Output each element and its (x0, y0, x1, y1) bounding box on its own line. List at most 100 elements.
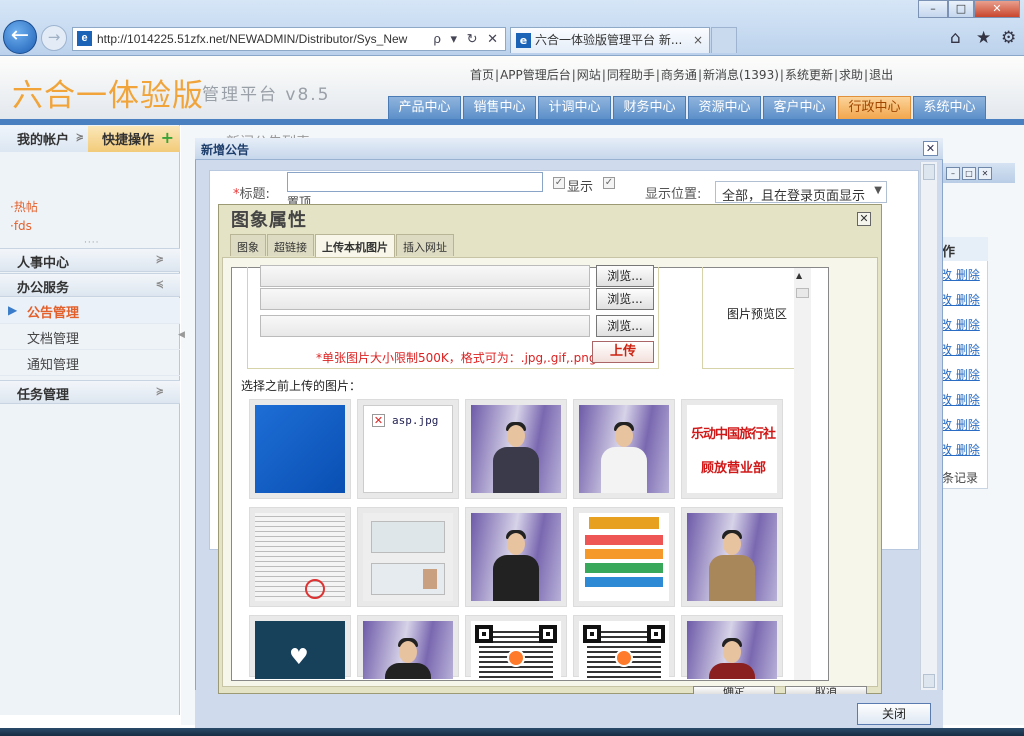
hot-link-2[interactable]: ·fds (10, 219, 32, 233)
nav-tab[interactable]: 系统中心 (913, 96, 986, 119)
maximize-icon[interactable]: □ (962, 167, 976, 180)
forward-button[interactable]: → (41, 25, 67, 51)
thumbnail-id-card[interactable] (357, 507, 459, 607)
back-button[interactable]: ← (3, 20, 37, 54)
dialog-scrollbar[interactable] (920, 162, 937, 692)
nav-tab[interactable]: 客户中心 (763, 96, 836, 119)
top-link[interactable]: 求助 (839, 68, 863, 82)
bg-row-action[interactable]: 改 删除 (940, 441, 980, 458)
scroll-down-button[interactable] (923, 674, 935, 688)
close-icon[interactable]: ✕ (923, 141, 938, 156)
browse-button-2[interactable]: 浏览... (596, 288, 654, 310)
close-window-button[interactable]: ✕ (974, 0, 1020, 18)
maximize-button[interactable]: □ (948, 0, 974, 18)
show-checkbox[interactable]: ✓ (553, 177, 565, 189)
close-icon[interactable]: ✕ (978, 167, 992, 180)
home-icon[interactable]: ⌂ (950, 28, 961, 48)
file-input-3[interactable] (260, 315, 590, 337)
sidebar-section-office[interactable]: 办公服务 ≼ (0, 273, 180, 297)
tab-close-icon[interactable]: × (693, 28, 703, 52)
bg-row-action[interactable]: 改 删除 (940, 291, 980, 308)
qr-code-image (471, 621, 561, 679)
title-input[interactable] (287, 172, 543, 192)
thumbnail-portrait-4[interactable] (681, 507, 783, 607)
image-dialog-tab[interactable]: 超链接 (267, 234, 314, 256)
top-link[interactable]: APP管理后台 (500, 68, 571, 82)
position-select[interactable]: 全部，且在登录页面显示 ▼ (715, 181, 887, 204)
bg-row-action[interactable]: 改 删除 (940, 341, 980, 358)
sidebar-section-hr[interactable]: 人事中心 ≽ (0, 248, 180, 272)
sidebar-item-notices[interactable]: 通知管理 (0, 350, 180, 376)
file-input-1[interactable] (260, 265, 590, 287)
bg-record-count: 条记录 (942, 471, 979, 485)
thumbnail-document[interactable] (249, 507, 351, 607)
bg-row-action[interactable]: 改 删除 (940, 391, 980, 408)
scroll-up-icon[interactable]: ▲ (796, 271, 802, 280)
bg-row-action[interactable]: 改 删除 (940, 316, 980, 333)
cancel-button[interactable]: 取消 (785, 686, 867, 694)
top-link[interactable]: 系统更新 (785, 68, 833, 82)
hot-link-1[interactable]: ·热帖 (10, 198, 38, 215)
browse-button-1[interactable]: 浏览... (596, 265, 654, 287)
bg-row-action[interactable]: 改 删除 (940, 366, 980, 383)
thumbnail-portrait-3[interactable] (465, 507, 567, 607)
chevron-down-icon: ▼ (874, 185, 882, 196)
thumbnail-broken[interactable]: ✕ asp.jpg (357, 399, 459, 499)
top-link[interactable]: 网站 (577, 68, 601, 82)
my-account-tab[interactable]: 我的帐户 ≽ (0, 126, 88, 152)
minimize-button[interactable]: – (918, 0, 948, 18)
nav-tab[interactable]: 行政中心 (838, 96, 911, 119)
nav-tab[interactable]: 销售中心 (463, 96, 536, 119)
sidebar-section-tasks[interactable]: 任务管理 ≽ (0, 380, 180, 404)
close-icon[interactable]: ✕ (857, 212, 871, 226)
thumbnail-logo[interactable]: ♥ (249, 615, 351, 679)
image-dialog-tab[interactable]: 上传本机图片 (315, 234, 395, 257)
top-link[interactable]: 同程助手 (607, 68, 655, 82)
browser-tab[interactable]: e 六合一体验版管理平台 新... × (510, 27, 710, 53)
image-dialog-tab[interactable]: 插入网址 (396, 234, 454, 256)
favorites-star-icon[interactable]: ★ (976, 28, 991, 48)
thumbnail-blue[interactable] (249, 399, 351, 499)
quick-actions-tab[interactable]: 快捷操作 + (88, 126, 180, 152)
thumbnail-portrait-5[interactable] (357, 615, 459, 679)
link-separator: | (495, 68, 500, 82)
upload-button[interactable]: 上传 (592, 341, 654, 363)
close-button[interactable]: 关闭 (857, 703, 931, 725)
pin-checkbox[interactable]: ✓ (603, 177, 615, 189)
address-bar[interactable]: e http://1014225.51zfx.net/NEWADMIN/Dist… (72, 27, 506, 51)
image-dialog-tab[interactable]: 图象 (230, 234, 266, 256)
bg-row-action[interactable]: 改 删除 (940, 266, 980, 283)
sidebar-item-documents[interactable]: 文档管理 (0, 324, 180, 350)
browse-button-3[interactable]: 浏览... (596, 315, 654, 337)
image-dialog-title: 图象属性 (231, 210, 307, 231)
top-link[interactable]: 首页 (470, 68, 494, 82)
top-link[interactable]: 新消息(1393) (703, 68, 779, 82)
thumbnail-qr-1[interactable] (465, 615, 567, 679)
thumbnail-portrait-2[interactable] (573, 399, 675, 499)
upload-frame-scrollbar[interactable]: ▲ (794, 268, 811, 680)
address-bar-controls[interactable]: ρ ▾ ↻ ✕ (433, 28, 501, 50)
nav-tab[interactable]: 产品中心 (388, 96, 461, 119)
thumbnail-qr-2[interactable] (573, 615, 675, 679)
link-separator: | (864, 68, 869, 82)
more-dots[interactable]: ···· (84, 238, 99, 248)
thumbnail-portrait-6[interactable] (681, 615, 783, 679)
thumbnail-app-screenshot[interactable] (573, 507, 675, 607)
top-link[interactable]: 退出 (869, 68, 893, 82)
minimize-icon[interactable]: – (946, 167, 960, 180)
top-link[interactable]: 商务通 (661, 68, 697, 82)
nav-tab[interactable]: 计调中心 (538, 96, 611, 119)
nav-tab[interactable]: 资源中心 (688, 96, 761, 119)
file-input-2[interactable] (260, 288, 590, 310)
sidebar-item-announcements[interactable]: ▶ 公告管理 (0, 298, 180, 324)
scroll-thumb[interactable] (796, 288, 809, 298)
nav-tab[interactable]: 财务中心 (613, 96, 686, 119)
bg-row-action[interactable]: 改 删除 (940, 416, 980, 433)
ok-button[interactable]: 确定 (693, 686, 775, 694)
thumbnail-portrait-1[interactable] (465, 399, 567, 499)
settings-gear-icon[interactable]: ⚙ (1001, 28, 1016, 48)
thumbnail-stamp[interactable]: 乐动中国旅行社 顾放营业部 (681, 399, 783, 499)
new-tab-button[interactable] (711, 27, 737, 53)
scroll-up-button[interactable] (923, 164, 935, 180)
collapse-sidebar-icon[interactable]: ◀ (178, 330, 186, 346)
